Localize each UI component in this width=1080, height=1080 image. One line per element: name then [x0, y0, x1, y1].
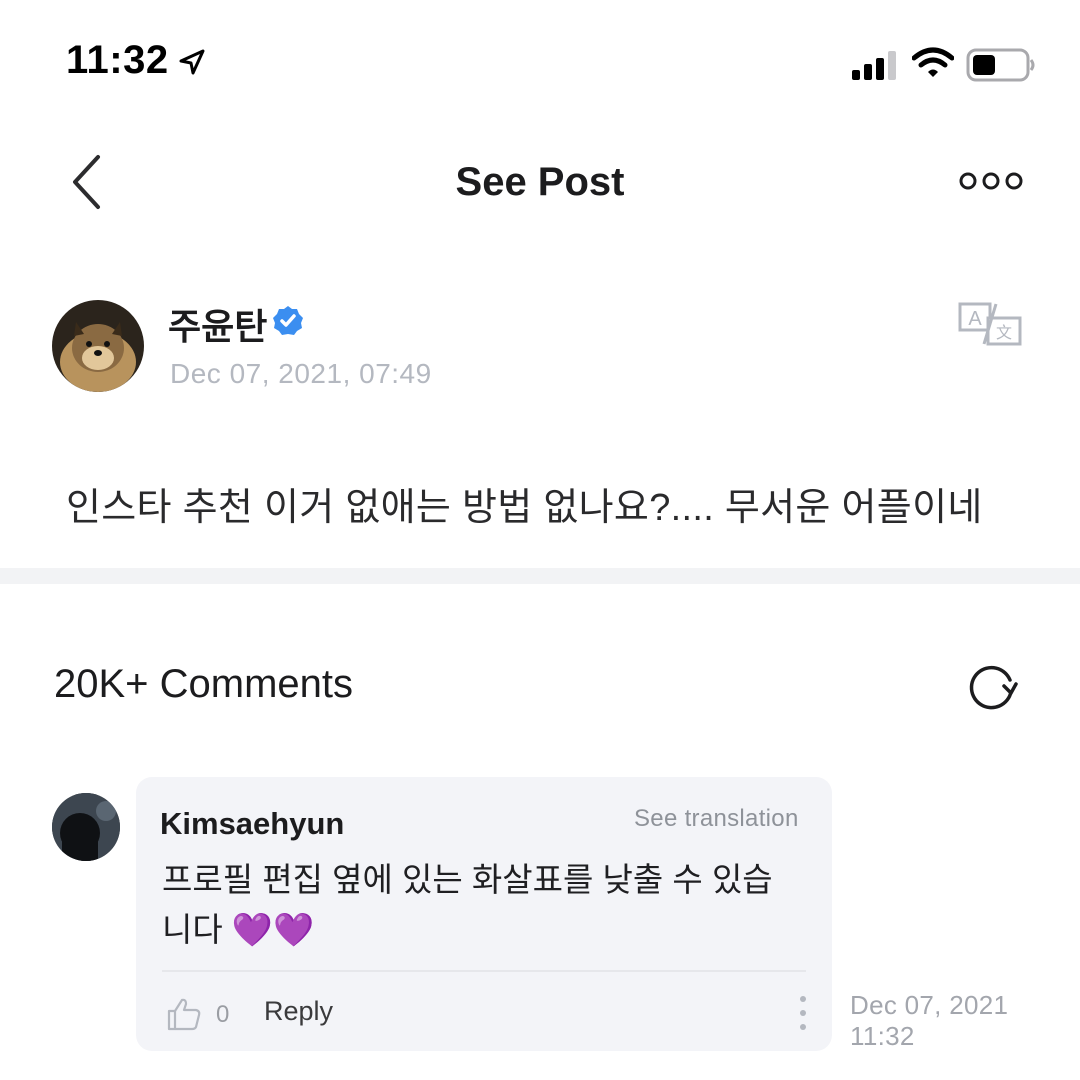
wifi-icon [912, 47, 954, 77]
kebab-menu-icon[interactable] [796, 994, 810, 1032]
commenter-avatar[interactable] [52, 793, 120, 861]
svg-text:A: A [968, 308, 982, 330]
page-title: See Post [455, 160, 625, 204]
comments-count: 20K+ Comments [54, 662, 354, 706]
post-body: 인스타 추천 이거 없애는 방법 없나요?.... 무서운 어플이네 [66, 487, 983, 529]
post-date: Dec 07, 2021, 07:49 [170, 358, 432, 389]
refresh-icon[interactable] [966, 660, 1018, 712]
svg-text:文: 文 [996, 323, 1012, 342]
see-translation-link[interactable]: See translation [634, 805, 799, 833]
commenter-photo [52, 793, 120, 861]
comment-divider [162, 970, 806, 972]
dog-photo [52, 300, 144, 392]
translate-icon[interactable]: A 文 [958, 300, 1024, 348]
like-count: 0 [216, 1001, 230, 1028]
location-arrow-icon [179, 49, 205, 75]
comment-text: 프로필 편집 옆에 있는 화살표를 낮출 수 있습니다 💜💜 [162, 861, 773, 948]
comment-date: Dec 07, 2021 11:32 [850, 990, 1009, 1051]
author-avatar[interactable] [52, 300, 144, 392]
comment-author[interactable]: Kimsaehyun [160, 806, 344, 842]
reply-button[interactable]: Reply [264, 996, 333, 1027]
status-time: 11:32 [66, 38, 169, 82]
verified-badge-icon [273, 306, 303, 335]
author-name[interactable]: 주윤탄 [168, 298, 267, 350]
battery-icon [966, 48, 1035, 82]
more-icon[interactable] [958, 168, 1024, 194]
signal-icon [852, 51, 896, 80]
thumbs-up-icon[interactable] [166, 996, 202, 1032]
section-divider [0, 568, 1080, 584]
